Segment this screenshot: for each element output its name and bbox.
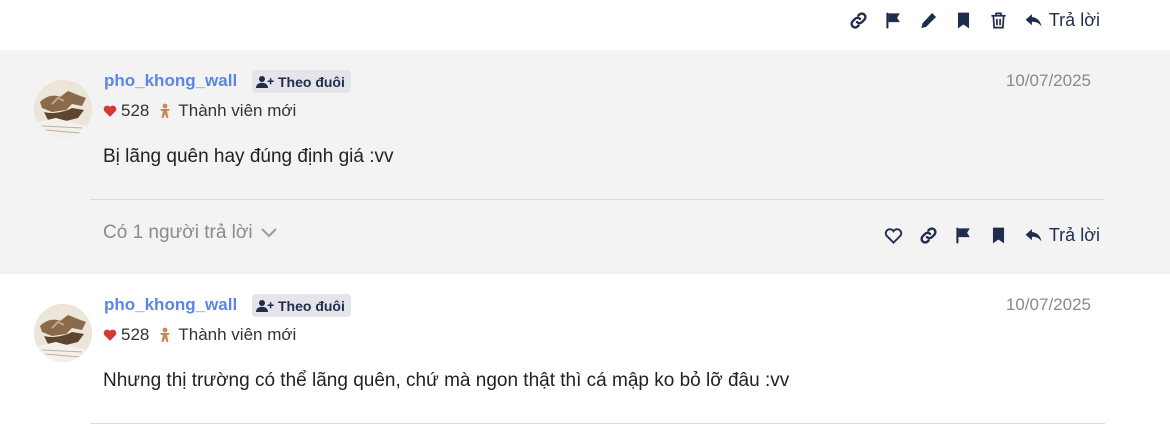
previous-post-actions: Trả lời [849,6,1100,34]
edit-button[interactable] [919,11,938,30]
heart-outline-icon [884,227,902,244]
reply-label: Trả lời [1048,224,1100,245]
link-icon [850,11,867,29]
link-icon [920,226,937,244]
avatar[interactable] [34,80,92,138]
post-content: Bị lãng quên hay đúng định giá :vv [103,146,394,167]
avatar[interactable] [34,304,92,362]
reply-button[interactable]: Trả lời [1024,10,1100,31]
comment-post: pho_khong_wall Theo đuôi 10/07/2025 528 … [0,50,1170,274]
delete-button[interactable] [989,11,1008,30]
replies-toggle[interactable]: Có 1 người trả lời [103,222,277,244]
link-button[interactable] [919,226,938,245]
flag-button[interactable] [954,226,973,245]
follow-button[interactable]: Theo đuôi [252,70,351,93]
reply-icon [1025,13,1042,26]
user-meta: 528 Thành viên mới [103,324,296,346]
user-plus-icon [256,75,274,88]
divider [90,423,1105,424]
trash-icon [991,12,1006,28]
post-date: 10/07/2025 [1005,295,1091,314]
reply-button[interactable]: Trả lời [1024,225,1100,246]
like-button[interactable] [884,226,903,245]
bookmark-button[interactable] [954,11,973,30]
follow-label: Theo đuôi [278,297,345,314]
chevron-down-icon [260,228,277,238]
bookmark-icon [992,227,1004,243]
comment-post: pho_khong_wall Theo đuôi 10/07/2025 528 … [0,274,1170,440]
link-button[interactable] [849,11,868,30]
username[interactable]: pho_khong_wall [104,295,237,315]
rank-icon [160,103,171,118]
rank-label: Thành viên mới [178,101,297,120]
reply-label: Trả lời [1048,9,1100,30]
post-actions: Trả lời [884,221,1100,249]
post-content: Nhưng thị trường có thể lãng quên, chứ m… [103,370,790,391]
avatar-image [34,304,92,362]
rank-icon [160,327,171,342]
divider [90,199,1105,200]
bookmark-icon [957,12,969,28]
flag-icon [886,12,900,28]
follow-label: Theo đuôi [278,73,345,90]
user-meta: 528 Thành viên mới [103,100,296,122]
heart-icon [103,105,117,117]
post-date: 10/07/2025 [1005,71,1091,90]
reply-icon [1025,228,1042,241]
like-count: 528 [121,325,150,344]
pencil-icon [921,12,936,28]
like-count: 528 [121,101,150,120]
bookmark-button[interactable] [989,226,1008,245]
user-plus-icon [256,299,274,312]
heart-icon [103,329,117,341]
username[interactable]: pho_khong_wall [104,71,237,91]
flag-button[interactable] [884,11,903,30]
flag-icon [956,227,970,243]
rank-label: Thành viên mới [178,325,297,344]
replies-label: Có 1 người trả lời [103,222,253,243]
avatar-image [34,80,92,138]
follow-button[interactable]: Theo đuôi [252,294,351,317]
